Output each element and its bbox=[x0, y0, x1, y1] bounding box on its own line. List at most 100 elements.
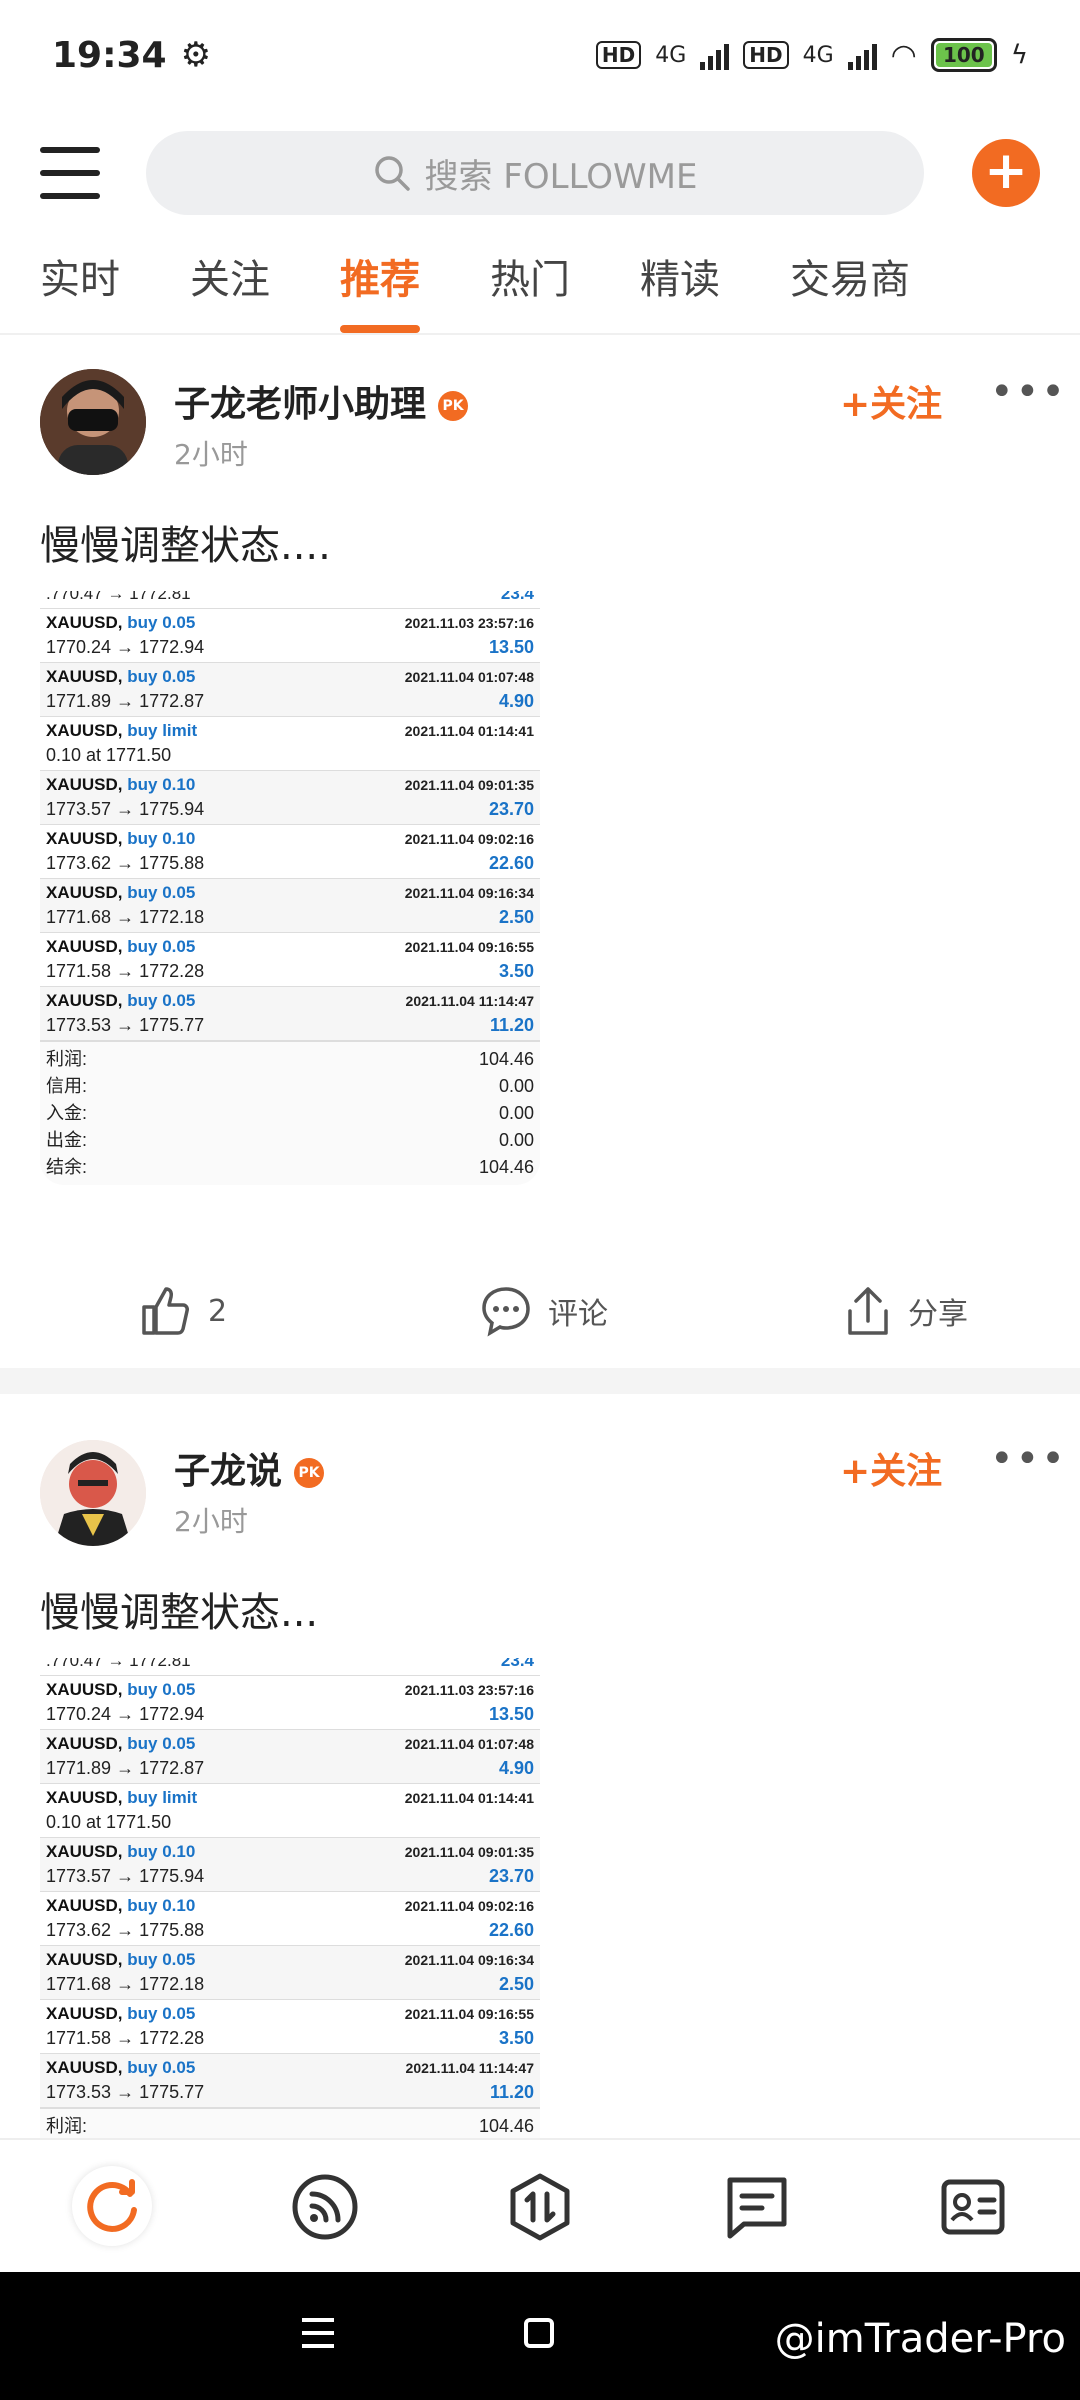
trade-datetime: 2021.11.04 09:16:34 bbox=[404, 1952, 534, 1968]
system-home-icon[interactable] bbox=[524, 2318, 554, 2348]
trade-profit: 4.90 bbox=[498, 1758, 534, 1778]
trade-prices: 1773.53 → 1775.77 bbox=[46, 2082, 205, 2102]
trade-action: buy 0.05 bbox=[127, 991, 196, 1010]
trade-row: XAUUSD, buy 0.05 2021.11.04 11:14:47 1773.… bbox=[40, 2054, 540, 2108]
search-bar[interactable]: 搜索 FOLLOWME bbox=[146, 131, 924, 215]
tab-hot[interactable]: 热门 bbox=[490, 245, 570, 333]
trade-prices: 1771.58 → 1772.28 bbox=[46, 2028, 205, 2048]
follow-button[interactable]: +关注 bbox=[840, 1442, 942, 1494]
trade-row: XAUUSD, buy 0.05 2021.11.04 09:16:55 1771.… bbox=[40, 933, 540, 987]
summary-label: 利润: bbox=[46, 2116, 88, 2136]
post-username[interactable]: 子龙老师小助理 PK bbox=[174, 375, 469, 427]
trade-profit: 2.50 bbox=[498, 907, 534, 927]
post-username[interactable]: 子龙说 PK bbox=[174, 1442, 325, 1494]
trade-partial-row: .770.47 → 1772.81 23.4 bbox=[40, 591, 540, 609]
avatar[interactable] bbox=[40, 369, 146, 475]
trade-prices: 1773.62 → 1775.88 bbox=[46, 853, 205, 873]
trade-prices: 1771.89 → 1772.87 bbox=[46, 1758, 205, 1778]
partial-left: .770.47 → 1772.81 bbox=[46, 1658, 191, 1670]
trade-prices: 1773.57 → 1775.94 bbox=[46, 799, 205, 819]
trade-row: XAUUSD, buy 0.10 2021.11.04 09:02:16 1773.… bbox=[40, 825, 540, 879]
nav-feed-icon[interactable] bbox=[290, 2172, 360, 2242]
divider bbox=[0, 333, 1080, 335]
summary-row: 利润: 104.46 bbox=[46, 1046, 534, 1073]
system-menu-icon[interactable] bbox=[302, 2318, 334, 2348]
trade-action: buy 0.10 bbox=[127, 1896, 196, 1915]
trade-symbol: XAUUSD, bbox=[46, 1734, 123, 1753]
trade-datetime: 2021.11.04 09:16:55 bbox=[404, 2006, 534, 2022]
summary-label: 结余: bbox=[46, 1157, 88, 1177]
trade-symbol: XAUUSD, bbox=[46, 991, 123, 1010]
menu-icon[interactable] bbox=[40, 147, 100, 199]
signal-icon-2 bbox=[847, 40, 877, 70]
trade-row: XAUUSD, buy 0.10 2021.11.04 09:01:35 1773.… bbox=[40, 771, 540, 825]
hd-icon-2: HD bbox=[743, 41, 789, 69]
trade-symbol: XAUUSD, bbox=[46, 1842, 123, 1861]
nav-messages-icon[interactable] bbox=[722, 2172, 792, 2242]
network-4g-label-2: 4G bbox=[802, 42, 834, 68]
nav-profile-icon[interactable] bbox=[938, 2172, 1008, 2242]
post-actions: 2 评论 分享 bbox=[0, 1271, 1080, 1351]
username-text: 子龙说 bbox=[174, 1451, 283, 1492]
trade-action: buy limit bbox=[127, 721, 198, 740]
pk-badge-icon: PK bbox=[294, 1458, 325, 1488]
tab-realtime[interactable]: 实时 bbox=[40, 245, 120, 333]
trade-action: buy 0.10 bbox=[127, 829, 196, 848]
trade-datetime: 2021.11.04 09:16:55 bbox=[404, 939, 534, 955]
trade-datetime: 2021.11.04 01:07:48 bbox=[404, 1736, 534, 1752]
trade-partial-row: .770.47 → 1772.81 23.4 bbox=[40, 1658, 540, 1676]
trade-action: buy 0.05 bbox=[127, 1950, 196, 1969]
avatar[interactable] bbox=[40, 1440, 146, 1546]
status-bar: 19:34 ⚙ HD 4G HD 4G ◠ 100 ϟ bbox=[0, 0, 1080, 110]
trade-row: XAUUSD, buy 0.05 2021.11.04 09:16:34 1771.… bbox=[40, 1946, 540, 2000]
trade-symbol: XAUUSD, bbox=[46, 2004, 123, 2023]
network-4g-label: 4G bbox=[655, 42, 687, 68]
like-button[interactable]: 2 bbox=[140, 1285, 227, 1337]
summary-row: 结余: 104.46 bbox=[46, 1154, 534, 1181]
post-image-trade-history[interactable]: .770.47 → 1772.81 23.4 XAUUSD, buy 0.05 20… bbox=[40, 591, 540, 1185]
trade-action: buy 0.05 bbox=[127, 667, 196, 686]
app-header: 搜索 FOLLOWME + bbox=[0, 118, 1080, 228]
trade-symbol: XAUUSD, bbox=[46, 1896, 123, 1915]
more-options-icon[interactable]: ••• bbox=[990, 369, 1067, 415]
account-summary: 利润: 104.46 信用: 0.00 入金: 0.00 出金: 0.00 结余: 104.46 bbox=[40, 1041, 540, 1185]
trade-action: buy 0.05 bbox=[127, 1734, 196, 1753]
tab-featured[interactable]: 精读 bbox=[640, 245, 720, 333]
share-button[interactable]: 分享 bbox=[844, 1285, 968, 1337]
post-image-trade-history[interactable]: .770.47 → 1772.81 23.4 XAUUSD, buy 0.05 20… bbox=[40, 1658, 540, 2138]
trade-row: XAUUSD, buy 0.05 2021.11.03 23:57:16 1770.… bbox=[40, 609, 540, 663]
charging-icon: ϟ bbox=[1010, 40, 1028, 70]
trade-profit: 23.70 bbox=[488, 799, 534, 819]
trade-row: XAUUSD, buy limit 2021.11.04 01:14:41 0.10… bbox=[40, 717, 540, 771]
nav-trade-icon[interactable] bbox=[505, 2172, 575, 2242]
tab-recommended[interactable]: 推荐 bbox=[340, 245, 420, 333]
trade-action: buy 0.05 bbox=[127, 937, 196, 956]
tab-following[interactable]: 关注 bbox=[190, 245, 270, 333]
trade-profit: 11.20 bbox=[489, 1015, 534, 1035]
trade-datetime: 2021.11.04 09:02:16 bbox=[404, 1898, 534, 1914]
nav-refresh-icon[interactable] bbox=[72, 2166, 152, 2246]
trade-prices: 1773.57 → 1775.94 bbox=[46, 1866, 205, 1886]
trade-prices: 1773.62 → 1775.88 bbox=[46, 1920, 205, 1940]
feed-tabs: 实时 关注 推荐 热门 精读 交易商 bbox=[0, 245, 1080, 333]
battery-level: 100 bbox=[935, 43, 992, 67]
status-time: 19:34 bbox=[52, 34, 167, 76]
summary-label: 利润: bbox=[46, 1049, 88, 1069]
settings-gear-icon: ⚙ bbox=[180, 35, 212, 75]
trade-profit: 22.60 bbox=[488, 853, 534, 873]
trade-symbol: XAUUSD, bbox=[46, 937, 123, 956]
follow-button[interactable]: +关注 bbox=[840, 375, 942, 427]
more-options-icon[interactable]: ••• bbox=[990, 1436, 1067, 1482]
search-placeholder: 搜索 FOLLOWME bbox=[424, 156, 698, 197]
tab-brokers[interactable]: 交易商 bbox=[790, 245, 910, 333]
summary-value: 0.00 bbox=[498, 1076, 534, 1096]
trade-action: buy 0.10 bbox=[127, 775, 196, 794]
trade-prices: 1771.68 → 1772.18 bbox=[46, 907, 205, 927]
trade-action: buy limit bbox=[127, 1788, 198, 1807]
trade-datetime: 2021.11.04 09:01:35 bbox=[404, 777, 534, 793]
add-post-button[interactable]: + bbox=[972, 139, 1040, 207]
trade-datetime: 2021.11.03 23:57:16 bbox=[404, 1682, 534, 1698]
summary-value: 0.00 bbox=[498, 1130, 534, 1150]
trade-symbol: XAUUSD, bbox=[46, 1950, 123, 1969]
comment-button[interactable]: 评论 bbox=[480, 1285, 608, 1337]
